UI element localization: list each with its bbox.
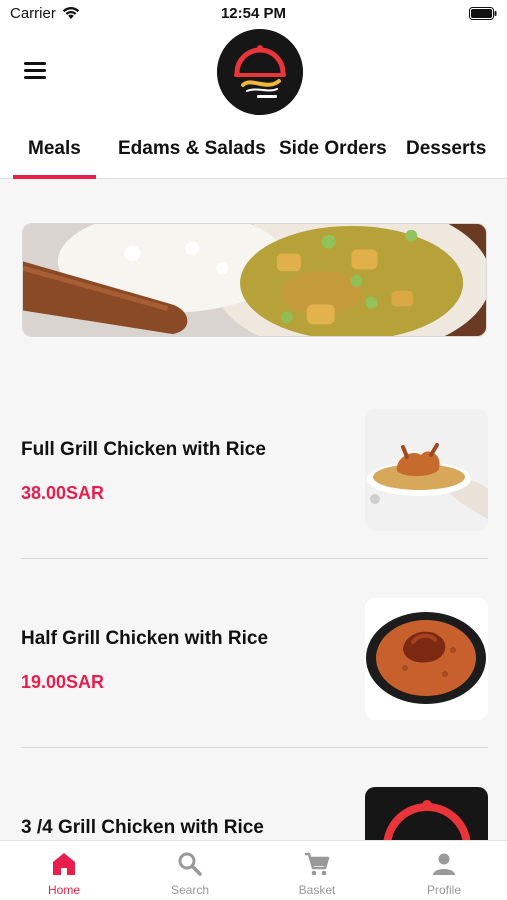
search-icon bbox=[178, 852, 202, 876]
nav-search[interactable]: Search bbox=[127, 841, 253, 900]
category-tabs: Meals Edams & Salads Side Orders Dessert… bbox=[0, 124, 507, 179]
battery-icon bbox=[469, 7, 497, 20]
tab-meals[interactable]: Meals bbox=[28, 138, 81, 160]
meal-item[interactable]: Full Grill Chicken with Rice 38.00SAR bbox=[0, 369, 507, 558]
promo-banner-image bbox=[22, 223, 487, 337]
tab-side-orders[interactable]: Side Orders bbox=[279, 138, 387, 160]
tab-desserts[interactable]: Desserts bbox=[406, 138, 486, 160]
meal-item[interactable]: Half Grill Chicken with Rice 19.00SAR bbox=[0, 558, 507, 747]
status-time: 12:54 PM bbox=[220, 5, 287, 22]
meal-thumbnail bbox=[365, 787, 488, 840]
meal-name: Half Grill Chicken with Rice bbox=[21, 628, 269, 649]
meal-thumbnail bbox=[365, 598, 488, 720]
active-tab-indicator bbox=[13, 175, 96, 179]
meal-thumbnail bbox=[365, 409, 488, 531]
meal-price: 19.00SAR bbox=[21, 672, 105, 692]
cart-icon bbox=[305, 852, 330, 876]
profile-icon bbox=[433, 853, 455, 875]
nav-profile[interactable]: Profile bbox=[381, 841, 507, 900]
nav-basket[interactable]: Basket bbox=[254, 841, 380, 900]
meal-price: 38.00SAR bbox=[21, 483, 105, 503]
restaurant-logo[interactable] bbox=[217, 29, 303, 115]
nav-home[interactable]: Home bbox=[1, 841, 127, 900]
tab-edams-salads[interactable]: Edams & Salads bbox=[118, 138, 266, 160]
nav-basket-label: Basket bbox=[298, 883, 336, 897]
meal-name: 3 /4 Grill Chicken with Rice bbox=[21, 817, 264, 838]
nav-profile-label: Profile bbox=[426, 883, 461, 897]
home-icon bbox=[53, 853, 75, 875]
nav-search-label: Search bbox=[170, 883, 210, 897]
nav-home-label: Home bbox=[47, 883, 80, 897]
meal-item[interactable]: 3 /4 Grill Chicken with Rice bbox=[0, 747, 507, 840]
meal-list[interactable]: Full Grill Chicken with Rice 38.00SAR Ha… bbox=[0, 180, 507, 840]
hamburger-menu-icon[interactable] bbox=[24, 62, 46, 80]
status-bar: Carrier 12:54 PM bbox=[0, 0, 507, 28]
app-header bbox=[0, 28, 507, 124]
bottom-navigation: Home Search Basket Profile bbox=[0, 840, 507, 900]
meal-name: Full Grill Chicken with Rice bbox=[21, 439, 266, 460]
